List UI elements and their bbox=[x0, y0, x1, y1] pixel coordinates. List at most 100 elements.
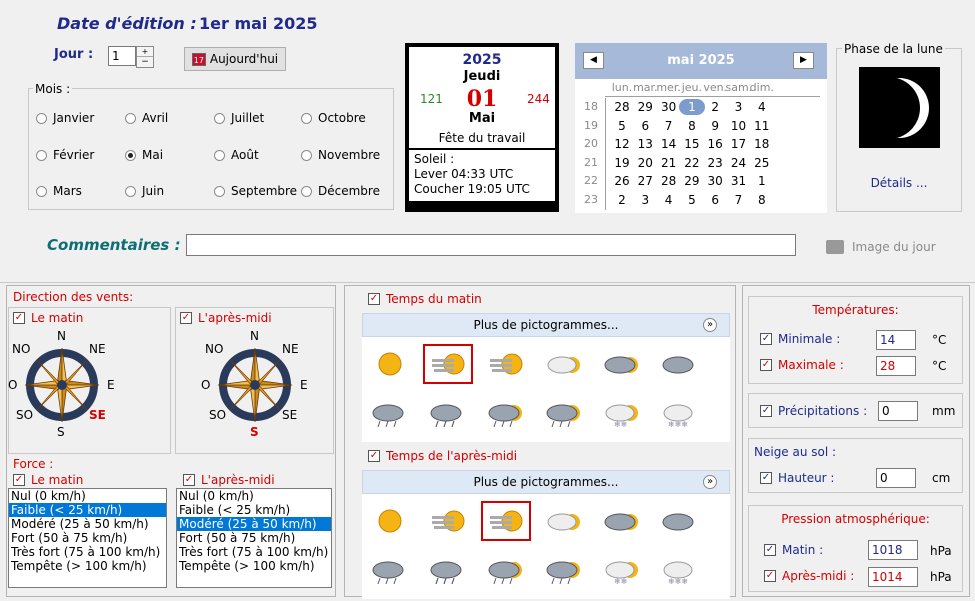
calendar-day[interactable]: 11 bbox=[749, 118, 775, 134]
calendar-day[interactable]: 5 bbox=[609, 118, 635, 134]
month-calendar[interactable]: ◀ mai 2025 ▶ lun. mar. mer. jeu. ven. sam. dim… bbox=[575, 43, 827, 213]
calendar-day[interactable]: 26 bbox=[609, 173, 635, 189]
sun-rain-icon[interactable] bbox=[544, 397, 584, 428]
morning-compass-se-label[interactable]: SE bbox=[89, 408, 106, 422]
calendar-day[interactable]: 7 bbox=[656, 118, 682, 134]
force-option[interactable]: Fort (50 à 75 km/h) bbox=[177, 531, 331, 545]
calendar-day[interactable]: 8 bbox=[749, 192, 775, 208]
calendar-day[interactable]: 5 bbox=[679, 192, 705, 208]
storm-icon[interactable] bbox=[486, 554, 526, 585]
calendar-day[interactable]: 7 bbox=[726, 192, 752, 208]
precip-checkbox[interactable]: ✓ Précipitations : bbox=[760, 404, 867, 418]
calendar-day[interactable]: 3 bbox=[632, 192, 658, 208]
heavy-rain-icon[interactable] bbox=[428, 397, 468, 428]
sunny-icon[interactable] bbox=[370, 349, 410, 379]
morning-compass-s-label[interactable]: S bbox=[57, 425, 65, 439]
month-radio-3[interactable]: Octobre bbox=[301, 111, 366, 125]
afternoon-compass-so-label[interactable]: SO bbox=[209, 408, 226, 422]
sunny-icon[interactable] bbox=[370, 506, 410, 536]
calendar-day[interactable]: 17 bbox=[726, 136, 752, 152]
calendar-day[interactable]: 21 bbox=[656, 155, 682, 171]
force-option[interactable]: Modéré (25 à 50 km/h) bbox=[9, 517, 166, 531]
morning-compass-e-label[interactable]: E bbox=[107, 378, 115, 392]
month-radio-8[interactable]: Mars bbox=[36, 184, 82, 198]
calendar-day[interactable]: 6 bbox=[702, 192, 728, 208]
calendar-day[interactable]: 12 bbox=[609, 136, 635, 152]
sun-snow-icon[interactable]: ❄❄ bbox=[602, 397, 642, 429]
next-month-button[interactable]: ▶ bbox=[793, 52, 814, 69]
calendar-day[interactable]: 2 bbox=[609, 192, 635, 208]
pressure-afternoon-checkbox[interactable]: ✓ Après-midi : bbox=[764, 569, 854, 583]
force-afternoon-list[interactable]: Nul (0 km/h) Faible (< 25 km/h) Modéré (25… bbox=[176, 488, 332, 588]
temp-max-input[interactable] bbox=[876, 356, 916, 376]
storm-icon[interactable] bbox=[486, 397, 526, 428]
cloudy-icon[interactable] bbox=[660, 506, 700, 536]
force-option[interactable]: Modéré (25 à 50 km/h) bbox=[177, 517, 331, 531]
calendar-day[interactable]: 9 bbox=[702, 118, 728, 134]
morning-compass-no-label[interactable]: NO bbox=[12, 342, 30, 356]
precip-input[interactable] bbox=[878, 401, 918, 421]
calendar-day[interactable]: 30 bbox=[702, 173, 728, 189]
spin-down-icon[interactable]: − bbox=[137, 57, 153, 67]
force-option[interactable]: Tempête (> 100 km/h) bbox=[9, 559, 166, 573]
comment-input[interactable] bbox=[186, 234, 796, 256]
morning-compass-ne-label[interactable]: NE bbox=[89, 342, 106, 356]
month-radio-11[interactable]: Décembre bbox=[301, 184, 380, 198]
afternoon-compass-se-label[interactable]: SE bbox=[282, 408, 297, 422]
sun-dark-cloud-icon[interactable] bbox=[602, 349, 642, 379]
morning-compass-so-label[interactable]: SO bbox=[16, 408, 33, 422]
more-icons-morning-button[interactable]: Plus de pictogrammes... » bbox=[362, 313, 730, 337]
force-afternoon-checkbox[interactable]: ✓ L'après-midi bbox=[183, 473, 275, 487]
month-radio-5[interactable]: Mai bbox=[125, 148, 163, 162]
calendar-day[interactable]: 3 bbox=[726, 99, 752, 115]
temp-min-checkbox[interactable]: ✓ Minimale : bbox=[760, 332, 840, 346]
heavy-rain-icon[interactable] bbox=[428, 554, 468, 585]
calendar-day[interactable]: 6 bbox=[632, 118, 658, 134]
weather-afternoon-checkbox[interactable]: ✓ Temps de l'après-midi bbox=[368, 449, 517, 463]
day-input[interactable] bbox=[108, 46, 136, 66]
more-icons-afternoon-button[interactable]: Plus de pictogrammes... » bbox=[362, 470, 730, 494]
weather-morning-checkbox[interactable]: ✓ Temps du matin bbox=[368, 292, 482, 306]
calendar-day[interactable]: 4 bbox=[749, 99, 775, 115]
calendar-day[interactable]: 22 bbox=[679, 155, 705, 171]
sun-rain-icon[interactable] bbox=[544, 554, 584, 585]
snow-height-checkbox[interactable]: ✓ Hauteur : bbox=[760, 471, 834, 485]
afternoon-compass-no-label[interactable]: NO bbox=[205, 342, 223, 356]
pressure-afternoon-input[interactable] bbox=[868, 567, 918, 587]
today-button[interactable]: 17 Aujourd'hui bbox=[184, 47, 286, 71]
calendar-day[interactable]: 1 bbox=[678, 99, 705, 115]
month-radio-2[interactable]: Juillet bbox=[214, 111, 264, 125]
month-radio-6[interactable]: Août bbox=[214, 148, 259, 162]
afternoon-compass-n-label[interactable]: N bbox=[250, 329, 259, 343]
wind-afternoon-checkbox[interactable]: ✓ L'après-midi bbox=[180, 311, 272, 325]
month-radio-10[interactable]: Septembre bbox=[214, 184, 297, 198]
force-morning-checkbox[interactable]: ✓ Le matin bbox=[13, 473, 83, 487]
calendar-day[interactable]: 19 bbox=[609, 155, 635, 171]
morning-compass-n-label[interactable]: N bbox=[57, 329, 66, 343]
calendar-day[interactable]: 2 bbox=[702, 99, 728, 115]
calendar-day[interactable]: 10 bbox=[726, 118, 752, 134]
sun-dark-cloud-icon[interactable] bbox=[602, 506, 642, 536]
afternoon-compass-o-label[interactable]: O bbox=[201, 378, 210, 392]
calendar-day[interactable]: 24 bbox=[726, 155, 752, 171]
sun-cloud-icon[interactable] bbox=[544, 349, 584, 379]
month-radio-9[interactable]: Juin bbox=[125, 184, 164, 198]
calendar-day[interactable]: 30 bbox=[656, 99, 682, 115]
sun-fog-icon[interactable] bbox=[486, 349, 526, 379]
sun-snow-icon[interactable]: ❄❄ bbox=[602, 554, 642, 586]
force-option[interactable]: Tempête (> 100 km/h) bbox=[177, 559, 331, 573]
month-radio-7[interactable]: Novembre bbox=[301, 148, 380, 162]
rain-icon[interactable] bbox=[370, 554, 410, 585]
pressure-morning-input[interactable] bbox=[868, 540, 918, 560]
sun-mist-icon[interactable] bbox=[423, 344, 473, 384]
snow-height-input[interactable] bbox=[876, 468, 916, 488]
force-option[interactable]: Faible (< 25 km/h) bbox=[177, 503, 331, 517]
force-option[interactable]: Très fort (75 à 100 km/h) bbox=[177, 545, 331, 559]
snow-icon[interactable]: ❄❄❄ bbox=[660, 554, 700, 586]
afternoon-compass-e-label[interactable]: E bbox=[300, 378, 308, 392]
force-morning-list[interactable]: Nul (0 km/h) Faible (< 25 km/h) Modéré (25… bbox=[8, 488, 167, 588]
image-du-jour-button[interactable]: Image du jour bbox=[826, 240, 936, 254]
rain-icon[interactable] bbox=[370, 397, 410, 428]
calendar-day[interactable]: 13 bbox=[632, 136, 658, 152]
day-spinner[interactable]: + − bbox=[136, 46, 154, 68]
